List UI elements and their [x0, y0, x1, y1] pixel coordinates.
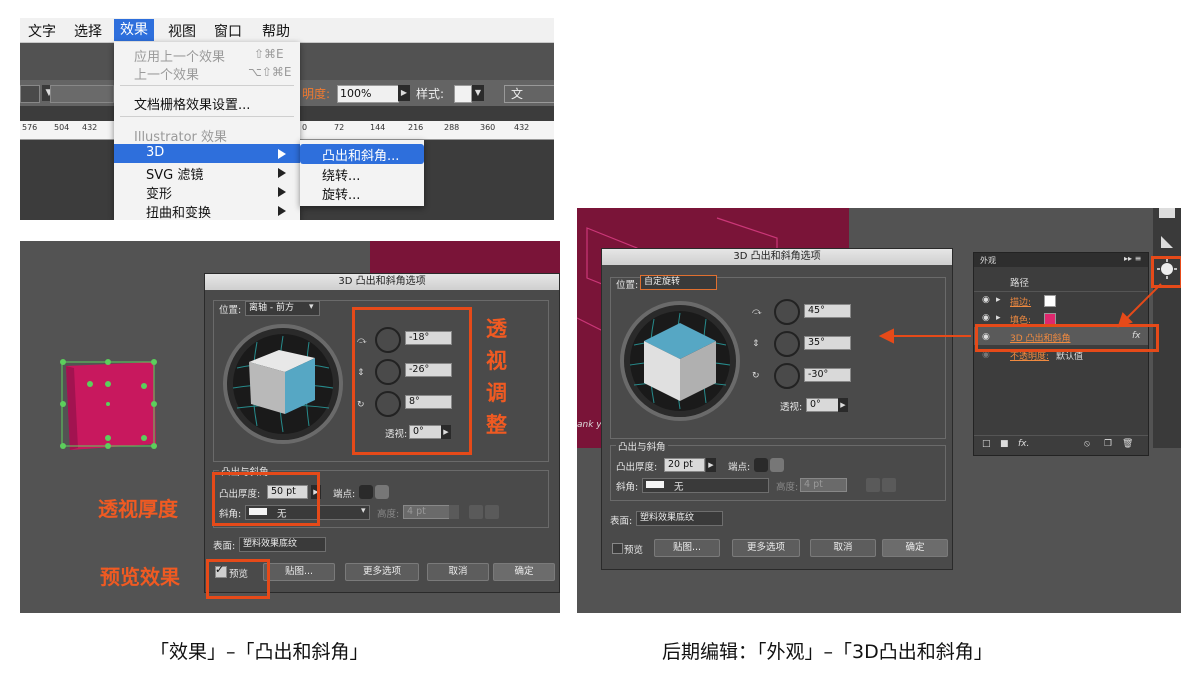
- extrude-dialog-screenshot: 3D 凸出和斜角选项 位置: 离轴 - 前方 ▾ ⤼ -18° ⇕ -26° ↻…: [20, 241, 560, 613]
- chevron-down-icon[interactable]: ▼: [472, 85, 484, 101]
- menu-bar: 文字 选择 效果 视图 窗口 帮助: [20, 18, 554, 43]
- ruler-tick: 432: [82, 123, 98, 132]
- bevel-in-icon[interactable]: [485, 505, 499, 519]
- ruler-tick: 144: [370, 123, 386, 132]
- annotation-perspective-4: 整: [486, 413, 507, 437]
- menu-item-twist[interactable]: 扭曲和变换: [146, 202, 211, 220]
- rotation-highlight-box: [352, 307, 472, 455]
- menu-view[interactable]: 视图: [168, 21, 196, 41]
- annotation-arrows: [878, 283, 1162, 344]
- preview-highlight-box: [206, 559, 270, 599]
- effect-dropdown: 应用上一个效果 ⇧⌘E 上一个效果 ⌥⇧⌘E 文档栅格效果设置... Illus…: [114, 42, 300, 220]
- submenu-extrude-bevel[interactable]: 凸出和斜角...: [322, 145, 399, 164]
- submenu-rotate[interactable]: 旋转...: [322, 184, 360, 203]
- appearance-panel-screenshot: ank yo 3D 凸出和斜角选项 位置: 自定旋转 ⤼ 45° ⇕ 35° ↻…: [577, 208, 1181, 613]
- submenu-arrow-icon: [278, 149, 286, 159]
- cap-label: 端点:: [333, 489, 356, 500]
- cube-preview-icon[interactable]: [227, 328, 339, 440]
- cap-off-icon[interactable]: [375, 485, 389, 499]
- chevron-right-icon[interactable]: [449, 505, 459, 519]
- opacity-label[interactable]: 明度:: [302, 85, 330, 102]
- menu-select[interactable]: 选择: [74, 21, 102, 41]
- ruler-tick: 360: [480, 123, 496, 132]
- menu-item-raster-settings[interactable]: 文档栅格效果设置...: [134, 94, 250, 113]
- annotation-preview: 预览效果: [100, 565, 180, 589]
- annotation-perspective-3: 调: [486, 381, 507, 405]
- submenu-arrow-icon: [278, 168, 286, 178]
- chevron-down-icon: ▾: [361, 506, 366, 516]
- 3d-submenu: 凸出和斜角... 绕转... 旋转...: [300, 140, 424, 206]
- menu-text[interactable]: 文字: [28, 21, 56, 41]
- ruler-tick: 432: [514, 123, 530, 132]
- ruler-tick: 288: [444, 123, 460, 132]
- menu-section-header: Illustrator 效果: [134, 130, 228, 145]
- surface-select[interactable]: 塑料效果底纹: [239, 537, 326, 552]
- menu-item-3d-highlight[interactable]: [114, 144, 300, 163]
- ruler-tick: 504: [54, 123, 70, 132]
- chevron-right-icon[interactable]: ▶: [398, 85, 410, 101]
- opacity-input[interactable]: 100%: [337, 85, 399, 103]
- height-input[interactable]: 4 pt: [403, 505, 450, 519]
- surface-label: 表面:: [213, 541, 236, 552]
- ruler-tick: 216: [408, 123, 424, 132]
- ok-button[interactable]: 确定: [493, 563, 555, 581]
- submenu-revolve[interactable]: 绕转...: [322, 165, 360, 184]
- menu-separator: [120, 116, 294, 117]
- height-label: 高度:: [377, 509, 400, 520]
- menu-item-3d[interactable]: 3D: [146, 145, 164, 160]
- cap-on-icon[interactable]: [359, 485, 373, 499]
- caption-right: 后期编辑：「外观」–「3D凸出和斜角」: [662, 641, 993, 663]
- ruler-tick: 0: [302, 123, 308, 132]
- menu-help[interactable]: 帮助: [262, 21, 290, 41]
- annotation-perspective-2: 视: [486, 349, 507, 373]
- bevel-out-icon[interactable]: [469, 505, 483, 519]
- menu-window[interactable]: 窗口: [214, 21, 242, 41]
- caption-left: 「效果」–「凸出和斜角」: [150, 641, 369, 663]
- document-setup-button[interactable]: 文: [504, 85, 554, 103]
- map-art-button[interactable]: 贴图...: [263, 563, 335, 581]
- menu-item-distort[interactable]: 变形: [146, 183, 172, 202]
- dialog-title: 3D 凸出和斜角选项: [205, 274, 559, 290]
- annotation-perspective-1: 透: [486, 317, 507, 341]
- control-dropdown[interactable]: [20, 85, 40, 103]
- more-options-button[interactable]: 更多选项: [345, 563, 419, 581]
- menu-effect[interactable]: 效果: [114, 19, 154, 41]
- ruler-tick: 72: [334, 123, 345, 132]
- selected-shape[interactable]: [60, 356, 160, 456]
- menu-item-svg[interactable]: SVG 滤镜: [146, 164, 203, 183]
- control-field[interactable]: [50, 85, 114, 103]
- shortcut-apply-last: ⇧⌘E: [254, 47, 284, 61]
- menu-item-last-effect[interactable]: 上一个效果: [134, 64, 199, 83]
- style-label: 样式:: [416, 87, 445, 101]
- position-label: 位置:: [219, 305, 242, 316]
- submenu-arrow-icon: [278, 206, 286, 216]
- menu-item-apply-last[interactable]: 应用上一个效果: [134, 46, 225, 65]
- submenu-arrow-icon: [278, 187, 286, 197]
- depth-highlight-box: [212, 472, 320, 526]
- cancel-button[interactable]: 取消: [427, 563, 489, 581]
- menu-separator: [120, 85, 294, 86]
- ruler-tick: 576: [22, 123, 38, 132]
- annotation-depth: 透视厚度: [98, 497, 178, 521]
- style-swatch[interactable]: [454, 85, 472, 103]
- chevron-down-icon: ▾: [309, 302, 314, 312]
- effect-menu-screenshot: ▼ 明度: 100% ▶ 样式: ▼ 文 576 504 432 0 72 14…: [20, 18, 554, 220]
- shortcut-last-effect: ⌥⇧⌘E: [248, 65, 292, 79]
